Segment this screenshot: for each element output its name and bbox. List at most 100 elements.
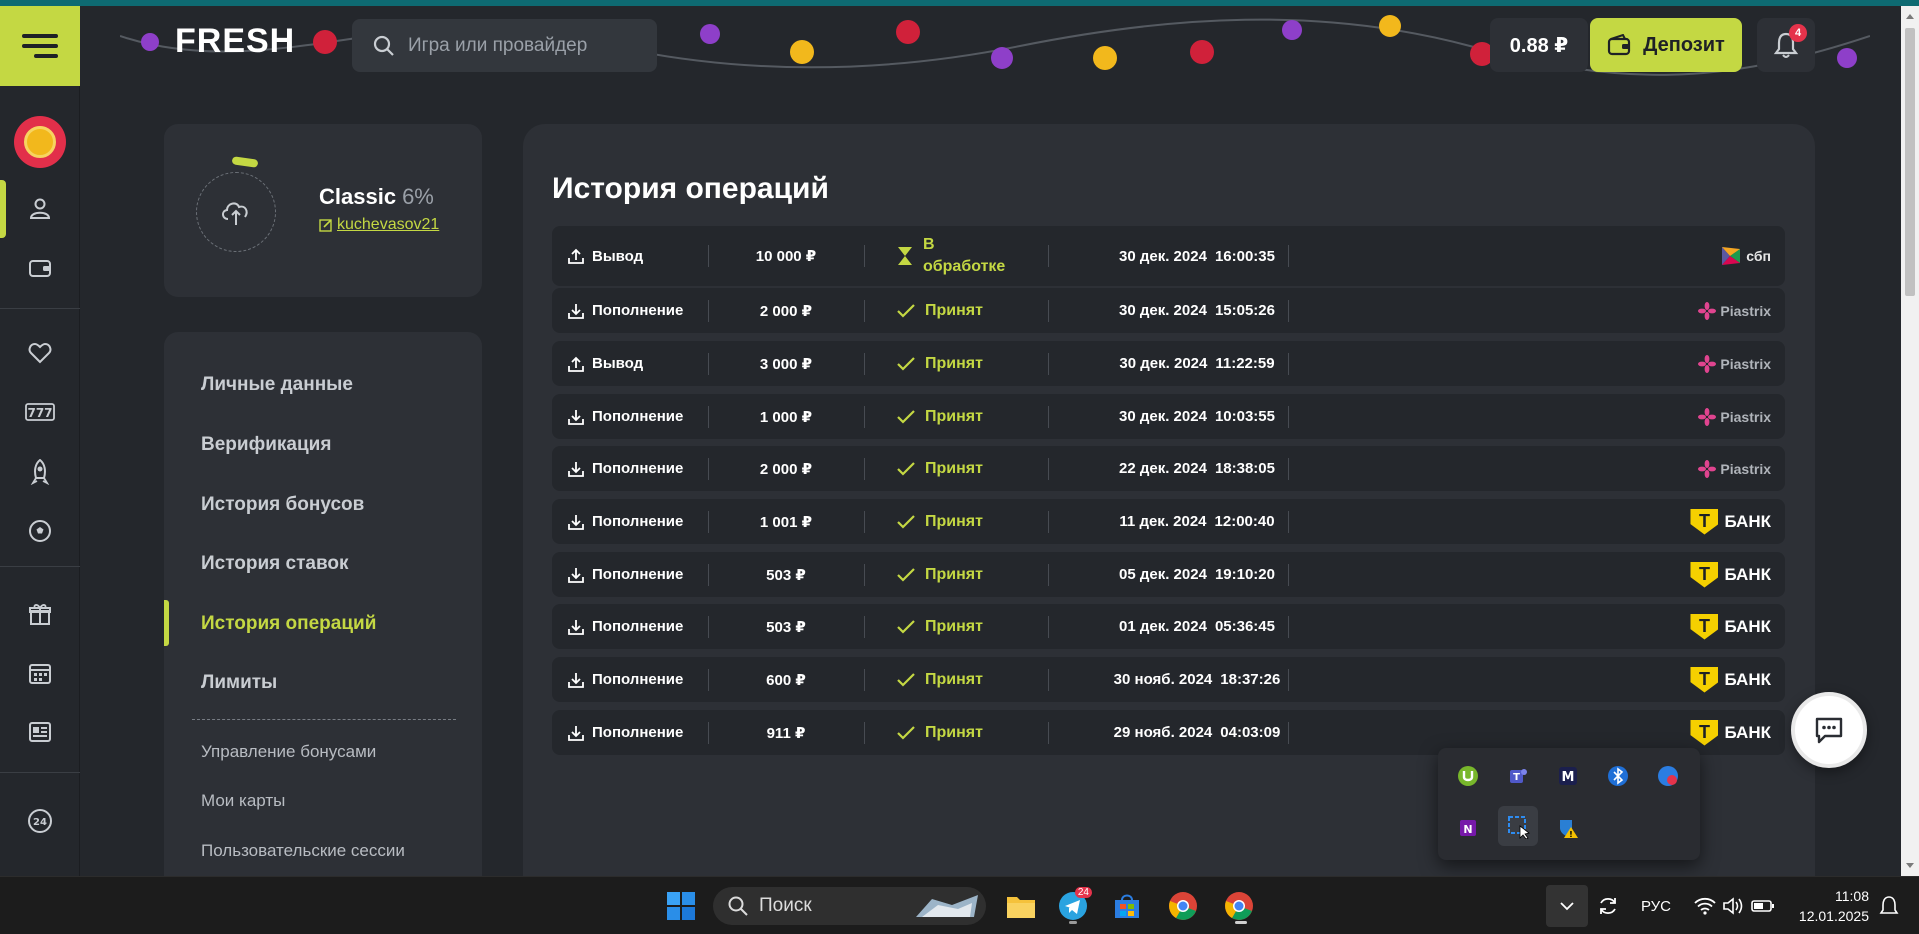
operation-row[interactable]: Пополнение 600 ₽ Принят 30 нояб. 2024 18:37:… [552, 657, 1785, 702]
operation-row[interactable]: Пополнение 1 000 ₽ Принят 30 дек. 2024 10:03… [552, 394, 1785, 439]
heart-icon[interactable] [0, 333, 80, 373]
browser-tray-icon[interactable] [1648, 756, 1688, 796]
menu-item-bonus-history[interactable]: История бонусов [201, 494, 364, 516]
operation-datetime: 30 дек. 2024 11:22:59 [1077, 341, 1317, 386]
menu-item-bet-history[interactable]: История ставок [201, 553, 349, 575]
profile-card: Classic 6% kuchevasov21 [164, 124, 482, 297]
menu-burger-button[interactable] [0, 6, 80, 86]
tbank-logo: Т БАНК [1690, 561, 1771, 588]
operation-type-label: Пополнение [592, 408, 684, 425]
operation-row[interactable]: Вывод 10 000 ₽ В обработке 30 дек. 2024 16:0… [552, 226, 1785, 286]
hourglass-icon [898, 247, 912, 265]
security-warning-tray-icon[interactable]: ! [1548, 808, 1588, 848]
operation-datetime: 05 дек. 2024 19:10:20 [1077, 552, 1317, 597]
operation-row[interactable]: Пополнение 503 ₽ Принят 05 дек. 2024 19:10:2… [552, 552, 1785, 597]
svg-text:N: N [1463, 823, 1472, 836]
search-icon [373, 35, 394, 56]
notification-center-icon[interactable] [1868, 885, 1910, 927]
operation-amount: 2 000 ₽ [759, 460, 813, 478]
chrome-active-icon[interactable] [1218, 885, 1260, 927]
menu-item-bonus-management[interactable]: Управление бонусами [201, 742, 376, 762]
taskbar-search[interactable]: Поиск [713, 887, 986, 925]
wallet-icon[interactable] [0, 247, 80, 287]
download-icon [568, 514, 584, 530]
operation-status: Принят [897, 341, 983, 386]
utorrent-tray-icon[interactable] [1448, 756, 1488, 796]
chat-button[interactable] [1791, 692, 1867, 768]
level-name: Classic 6% [319, 184, 434, 210]
balance-display[interactable]: 0.88 ₽ [1490, 18, 1588, 72]
avatar-upload[interactable] [196, 172, 276, 252]
username-link[interactable]: kuchevasov21 [319, 216, 439, 234]
tbank-text: БАНК [1724, 564, 1771, 584]
check-icon [897, 303, 915, 318]
snipping-tool-tray-icon[interactable] [1498, 806, 1538, 846]
menu-item-operations-history[interactable]: История операций [201, 613, 376, 635]
search-input[interactable]: Игра или провайдер [352, 19, 657, 72]
operation-amount: 503 ₽ [766, 618, 806, 636]
operation-datetime: 30 нояб. 2024 18:37:26 [1077, 657, 1317, 702]
profile-icon[interactable] [0, 188, 80, 228]
operation-amount: 911 ₽ [766, 724, 806, 742]
operation-type: Вывод [568, 341, 643, 386]
tbank-shield-icon: Т [1690, 508, 1719, 535]
operation-type: Пополнение [568, 552, 683, 597]
operation-amount: 10 000 ₽ [755, 248, 817, 265]
operation-row[interactable]: Пополнение 503 ₽ Принят 01 дек. 2024 05:36:4… [552, 604, 1785, 649]
logo[interactable]: FRESH [175, 22, 295, 61]
chrome-icon[interactable] [1162, 885, 1204, 927]
news-icon[interactable] [0, 712, 80, 752]
clock-time: 11:08 [1835, 888, 1869, 904]
operation-row[interactable]: Пополнение 2 000 ₽ Принят 30 дек. 2024 15:05… [552, 288, 1785, 333]
start-button[interactable] [660, 885, 702, 927]
menu-active-indicator [164, 600, 169, 646]
scrollbar-thumb[interactable] [1905, 28, 1915, 296]
rocket-icon[interactable] [0, 452, 80, 492]
status-text: Принят [925, 512, 983, 530]
slots-icon[interactable]: 777 [0, 392, 80, 432]
windows-icon [667, 892, 695, 920]
menu-item-personal-data[interactable]: Личные данные [201, 374, 353, 396]
file-explorer-icon[interactable] [1000, 885, 1042, 927]
deposit-button[interactable]: Депозит [1590, 18, 1742, 72]
download-icon [568, 619, 584, 635]
football-icon[interactable] [0, 511, 80, 551]
page-scrollbar[interactable] [1901, 6, 1919, 876]
tray-chevron-up-button[interactable] [1546, 885, 1588, 927]
operation-provider: сбп [1720, 226, 1771, 286]
tbank-shield-icon: Т [1690, 613, 1719, 640]
svg-text:777: 777 [27, 406, 52, 420]
operation-provider: Piastrix [1698, 446, 1771, 491]
gift-icon[interactable] [0, 594, 80, 634]
sync-icon[interactable] [1587, 885, 1629, 927]
language-indicator[interactable]: РУС [1634, 885, 1678, 927]
operation-row[interactable]: Вывод 3 000 ₽ Принят 30 дек. 2024 11:22:59 Pi… [552, 341, 1785, 386]
m-app-tray-icon[interactable]: M [1548, 756, 1588, 796]
operation-type-label: Пополнение [592, 724, 684, 741]
battery-icon[interactable] [1742, 885, 1784, 927]
operation-row[interactable]: Пополнение 1 001 ₽ Принят 11 дек. 2024 12:00… [552, 499, 1785, 544]
operation-row[interactable]: Пополнение 2 000 ₽ Принят 22 дек. 2024 18:38… [552, 446, 1785, 491]
menu-item-verification[interactable]: Верификация [201, 434, 331, 456]
operation-amount: 600 ₽ [766, 671, 806, 689]
bluetooth-tray-icon[interactable] [1598, 756, 1638, 796]
support-24-icon[interactable]: 24 [0, 801, 80, 841]
microsoft-store-icon[interactable] [1106, 885, 1148, 927]
operation-type: Пополнение [568, 499, 683, 544]
telegram-icon[interactable]: 24 [1052, 885, 1094, 927]
operation-datetime: 30 дек. 2024 16:00:35 [1077, 226, 1317, 286]
menu-item-my-cards[interactable]: Мои карты [201, 791, 285, 811]
menu-item-user-sessions[interactable]: Пользовательские сессии [201, 841, 405, 861]
menu-item-limits[interactable]: Лимиты [201, 672, 277, 694]
coin-icon[interactable] [14, 116, 66, 168]
onenote-tray-icon[interactable]: N [1448, 808, 1488, 848]
notifications-button[interactable]: 4 [1757, 18, 1815, 72]
operation-datetime: 30 дек. 2024 15:05:26 [1077, 288, 1317, 333]
teams-tray-icon[interactable]: T [1498, 756, 1538, 796]
piastrix-logo: Piastrix [1698, 301, 1771, 320]
clock-date: 12.01.2025 [1798, 908, 1869, 924]
operation-time: 05:36:45 [1214, 618, 1275, 635]
operation-date: 11 дек. 2024 [1119, 513, 1207, 530]
calendar-icon[interactable] [0, 653, 80, 693]
clock[interactable]: 11:08 12.01.2025 [1794, 886, 1869, 926]
